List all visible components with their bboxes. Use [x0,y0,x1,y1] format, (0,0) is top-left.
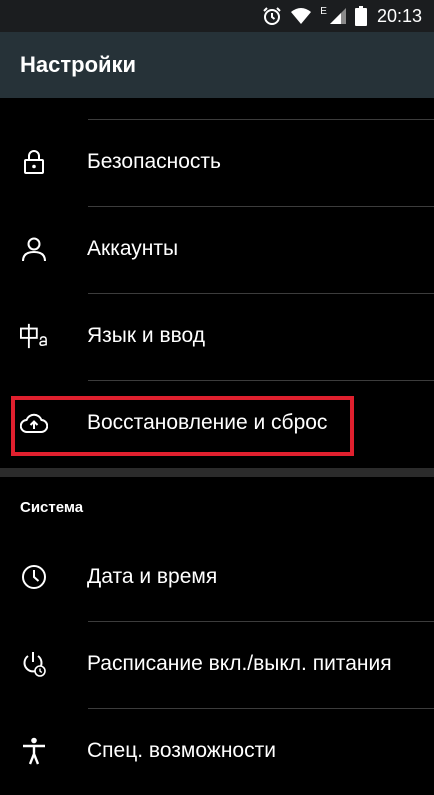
settings-item-date-time[interactable]: Дата и время [0,535,434,621]
settings-item-accessibility[interactable]: Спец. возможности [0,709,434,795]
settings-item-label: Восстановление и сброс [87,411,328,434]
battery-icon [354,6,367,26]
section-title-system: Система [20,499,84,516]
settings-item-power-schedule[interactable]: Расписание вкл./выкл. питания [0,622,434,708]
status-icons: E 20:13 [262,0,422,32]
settings-item-backup-reset[interactable]: Восстановление и сброс [0,381,434,467]
signal-icon [329,7,347,25]
lock-icon [20,148,48,176]
settings-item-label: Аккаунты [87,237,179,260]
language-icon [20,322,48,350]
section-separator [0,468,434,477]
cloud-backup-icon [20,409,48,437]
settings-item-security[interactable]: Безопасность [0,120,434,206]
accessibility-icon [20,737,48,765]
alarm-icon [262,6,282,26]
settings-item-label: Язык и ввод [87,324,206,347]
page-title: Настройки [20,52,137,77]
wifi-icon [290,7,312,25]
settings-item-language[interactable]: Язык и ввод [0,294,434,380]
network-type-label: E [320,5,327,17]
account-icon [20,235,48,263]
settings-item-accounts[interactable]: Аккаунты [0,207,434,293]
status-time: 20:13 [376,5,422,26]
settings-item-label: Спец. возможности [87,739,276,762]
app-bar: Настройки [0,32,434,98]
settings-item-label: Дата и время [87,565,218,588]
settings-item-label: Расписание вкл./выкл. питания [87,652,392,675]
power-schedule-icon [20,650,48,678]
clock-icon [20,563,48,591]
status-bar: E 20:13 [0,0,434,32]
settings-item-label: Безопасность [87,150,221,173]
